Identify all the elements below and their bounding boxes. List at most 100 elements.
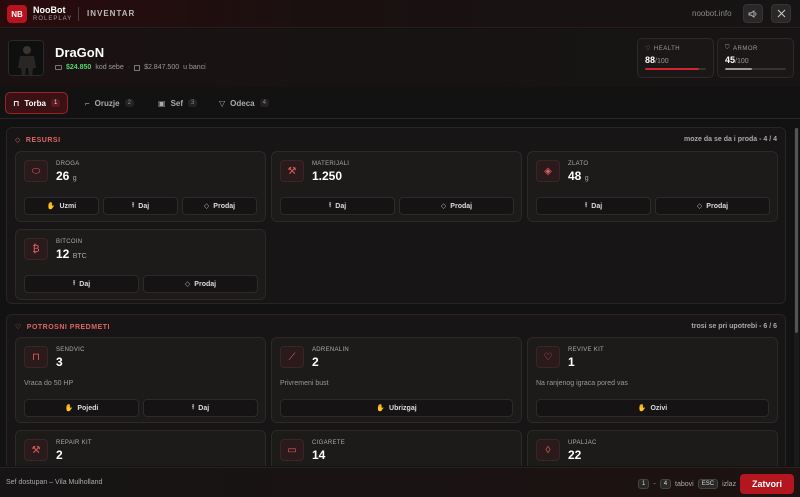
daj-button[interactable]: ⭱ Daj [143,399,258,417]
bag-icon: ⊓ [13,98,20,108]
tag-icon: ◇ [184,281,191,288]
hand-icon: ✋ [376,405,386,412]
logo-badge: NB [7,5,27,23]
item-zlato: ◈ ZLATO 48 g ⭱ Daj ◇ Prodaj [527,151,778,222]
item-label: CIGARETE [312,440,346,446]
item-value: 48 [568,169,582,183]
bank-amount: $2.847.500 [144,64,180,71]
armor-max: /100 [735,58,749,65]
section-title: RESURSI [25,136,61,144]
item-label: ZLATO [568,161,589,167]
lighter-icon: ◊ [536,439,560,461]
section-title: POTROSNI PREDMETI [26,323,110,331]
shirt-icon: ▽ [219,98,226,108]
item-label: REPAIR KIT [56,440,92,446]
daj-button[interactable]: ⭱ Daj [24,275,139,293]
pojedi-button[interactable]: ✋ Pojedi [24,399,139,417]
syringe-icon: ⟋ [280,346,304,368]
bitcoin-icon: ₿ [24,238,48,260]
item-bitcoin: ₿ BITCOIN 12 BTC ⭱ Daj ◇ Prodaj [15,229,266,300]
item-label: UPALJAC [568,440,597,446]
prodaj-button[interactable]: ◇ Prodaj [143,275,258,293]
item-label: BITCOIN [56,239,83,245]
close-window-button[interactable] [771,4,791,23]
key-tabs-label: tabovi [675,480,694,488]
diamond-icon: ◈ [536,160,560,182]
item-label: DROGA [56,161,80,167]
item-description: Na ranjenog igraca pored vas [536,380,628,387]
cash-icon [55,65,62,70]
bank-icon [134,64,141,71]
key-esc: ESC [697,479,719,489]
inventory-content[interactable]: ◇ RESURSI moze da se da i proda - 4 / 4 ⬭… [0,120,794,466]
section-note: moze da se da i proda - 4 / 4 [684,136,777,143]
tab-odeca[interactable]: ▽ Odeca 4 [212,92,276,114]
tab-label: Torba [24,98,47,108]
scrollbar[interactable] [794,128,799,466]
tab-torba[interactable]: ⊓ Torba 1 [5,92,69,114]
armor-value: 45 [725,55,736,65]
brand-name: NooBot [33,5,66,15]
item-label: SENDVIC [56,347,85,353]
tab-count: 3 [188,99,198,107]
gun-icon: ⌐ [85,98,90,108]
scrollbar-thumb[interactable] [795,128,798,333]
heart-icon: ♡ [536,346,560,368]
prodaj-button[interactable]: ◇ Prodaj [655,197,770,215]
footer: Sef dostupan – Vila Mulholland 1 - 4 tab… [0,467,800,497]
daj-button[interactable]: ⭱ Daj [536,197,651,215]
tab-sef[interactable]: ▣ Sef 3 [151,92,204,114]
zatvori-button[interactable]: Zatvori [740,474,794,494]
heart-icon: ♡ [15,324,22,331]
hand-icon: ✋ [46,203,56,210]
ubrizgaj-button[interactable]: ✋ Ubrizgaj [280,399,513,417]
item-value: 1 [568,355,575,369]
item-repair-kit: ⚒ REPAIR KIT 2 [15,430,266,466]
sound-button[interactable] [743,4,763,23]
safe-icon: ▣ [158,98,166,108]
item-label: MATERIJALI [312,161,350,167]
item-value: 26 [56,169,70,183]
player-name: DraGoN [55,45,105,60]
key-1: 1 [638,479,650,489]
item-value: 2 [56,448,63,462]
speaker-icon [748,9,757,18]
uzmi-button[interactable]: ✋ Uzmi [24,197,99,215]
key-exit-label: izlaz [722,480,737,488]
tab-count: 1 [51,99,61,107]
item-value: 2 [312,355,319,369]
key-4: 4 [659,479,672,489]
tab-oruzje[interactable]: ⌐ Oruzje 2 [78,92,141,114]
item-sendvic: ⊓ SENDVIC 3 Vraca do 50 HP ✋ Pojedi ⭱ Daj [15,337,266,423]
page-title: INVENTAR [87,9,136,18]
top-bar: NB NooBot ROLEPLAY INVENTAR noobot.info [0,0,800,28]
item-label: ADRENALIN [312,347,350,353]
brand: NooBot ROLEPLAY [33,5,72,23]
health-card: ♡ HEALTH 88/100 [637,38,714,78]
item-materijali: ⚒ MATERIJALI 1.250 ⭱ Daj ◇ Prodaj [271,151,522,222]
armor-bar [725,68,786,70]
ozivi-button[interactable]: ✋ Ozivi [536,399,769,417]
hand-icon: ✋ [637,405,647,412]
upload-icon: ⭱ [72,279,76,287]
tab-count: 4 [259,99,269,107]
upload-icon: ⭱ [191,403,195,411]
gem-icon: ◇ [15,137,21,144]
health-bar [645,68,706,70]
tab-bar: ⊓ Torba 1 ⌐ Oruzje 2 ▣ Sef 3 ▽ Odeca 4 [0,89,800,117]
cigarette-icon: ▭ [280,439,304,461]
tab-label: Oruzje [94,98,120,108]
brand-subtitle: ROLEPLAY [33,16,73,22]
daj-button[interactable]: ⭱ Daj [103,197,178,215]
item-adrenalin: ⟋ ADRENALIN 2 Privremeni bust ✋ Ubrizgaj [271,337,522,423]
prodaj-button[interactable]: ◇ Prodaj [399,197,514,215]
bank-suffix: u banci [183,64,206,71]
item-description: Vraca do 50 HP [24,380,74,387]
tab-label: Sef [170,98,184,108]
section-potrosni: ♡ POTROSNI PREDMETI trosi se pri upotrebi… [6,314,786,466]
item-description: Privremeni bust [280,380,329,387]
shield-icon: ⛉ [725,45,731,51]
daj-button[interactable]: ⭱ Daj [280,197,395,215]
health-value: 88 [645,55,656,65]
prodaj-button[interactable]: ◇ Prodaj [182,197,257,215]
